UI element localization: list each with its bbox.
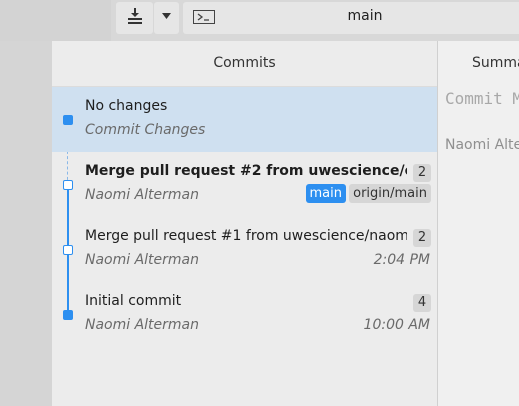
commit-node [63,245,73,255]
toolbar: main [0,0,519,41]
commit-author: Naomi Alterman [85,187,200,203]
commits-title: Commits [213,55,276,71]
commit-author: Naomi Alterman [85,252,200,268]
commit-node [63,310,73,320]
terminal-icon[interactable] [193,10,215,24]
toolbar-left-area [0,0,111,41]
commit-row[interactable]: Merge pull request #1 from uwescience/na… [52,217,437,282]
change-count-badge: 4 [413,294,431,312]
commit-row[interactable]: Merge pull request #2 from uwescience/ot… [52,152,437,217]
branch-tag-origin-main[interactable]: origin/main [349,184,431,203]
stash-icon [128,8,142,24]
commits-header: Commits [52,41,437,87]
summary-author: Naomi Alte [445,137,519,153]
commit-time: 2:04 PM [373,252,430,268]
commits-panel: Commits No changes Commit Changes Merge … [52,41,438,406]
left-strip [0,41,52,406]
current-branch-label: main [347,8,383,24]
change-count-badge: 2 [413,229,431,247]
commit-title: Merge pull request #2 from uwescience/ot… [85,163,407,179]
change-count-badge: 2 [413,164,431,182]
chevron-down-icon [162,13,171,19]
commit-message-placeholder[interactable]: Commit M [445,89,519,108]
commit-author: Naomi Alterman [85,317,200,333]
commit-title: Initial commit [85,293,182,309]
commit-node [63,180,73,190]
summary-panel: Summa Commit M Naomi Alte [438,41,519,406]
commit-row[interactable]: Initial commit 4 Naomi Alterman 10:00 AM [52,282,437,347]
commit-title: Merge pull request #1 from uwescience/na… [85,228,407,244]
commit-node [63,115,73,125]
branch-tag-main[interactable]: main [305,184,346,203]
summary-tab[interactable]: Summa [472,55,519,71]
commit-row-uncommitted[interactable]: No changes Commit Changes [52,87,437,152]
commit-subtitle: Commit Changes [85,122,206,138]
commit-time: 10:00 AM [363,317,430,333]
commit-title: No changes [85,98,168,114]
